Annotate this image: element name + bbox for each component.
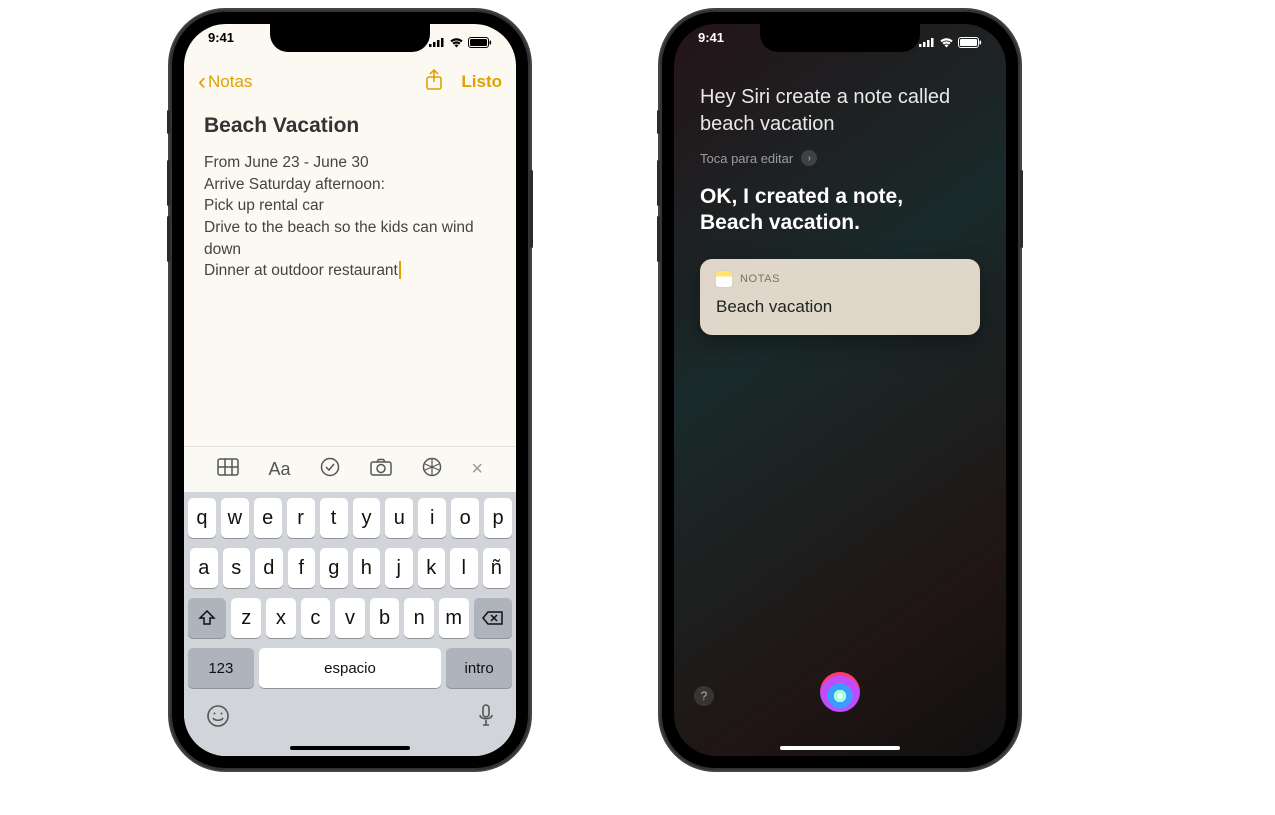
done-button[interactable]: Listo [461, 72, 502, 92]
note-line: Drive to the beach so the kids can wind … [204, 217, 496, 260]
note-line: Pick up rental car [204, 195, 496, 217]
key-c[interactable]: c [301, 598, 331, 638]
notes-format-toolbar: Aa × [184, 446, 516, 492]
notes-app-icon [716, 271, 732, 287]
battery-icon [958, 37, 982, 48]
note-line: Dinner at outdoor restaurant [204, 260, 496, 282]
siri-user-request[interactable]: Hey Siri create a note called beach vaca… [700, 84, 980, 138]
note-line: Arrive Saturday afternoon: [204, 174, 496, 196]
home-indicator[interactable] [780, 746, 900, 750]
tap-to-edit-button[interactable]: Toca para editar › [700, 150, 980, 166]
key-s[interactable]: s [223, 548, 251, 588]
text-format-icon[interactable]: Aa [269, 459, 291, 480]
status-time: 9:41 [698, 30, 724, 54]
camera-icon[interactable] [370, 458, 392, 481]
key-g[interactable]: g [320, 548, 348, 588]
keyboard: q w e r t y u i o p a s d f g h [184, 492, 516, 756]
iphone-frame-left: 9:41 ‹ Notas [170, 10, 530, 770]
siri-content: Hey Siri create a note called beach vaca… [674, 84, 1006, 335]
note-line: From June 23 - June 30 [204, 152, 496, 174]
siri-response: OK, I created a note, Beach vacation. [700, 184, 980, 237]
key-o[interactable]: o [451, 498, 479, 538]
siri-response-line: Beach vacation. [700, 210, 980, 236]
key-space[interactable]: espacio [259, 648, 442, 688]
card-app-label: NOTAS [740, 273, 780, 285]
chevron-left-icon: ‹ [198, 70, 206, 94]
key-u[interactable]: u [385, 498, 413, 538]
key-f[interactable]: f [288, 548, 316, 588]
key-j[interactable]: j [385, 548, 413, 588]
key-backspace[interactable] [474, 598, 512, 638]
key-r[interactable]: r [287, 498, 315, 538]
wifi-icon [449, 37, 464, 48]
notes-app-screen: 9:41 ‹ Notas [184, 24, 516, 756]
siri-orb-icon[interactable] [820, 672, 860, 712]
volume-up-button [657, 160, 660, 206]
cellular-icon [429, 37, 445, 47]
key-z[interactable]: z [231, 598, 261, 638]
key-t[interactable]: t [320, 498, 348, 538]
key-ñ[interactable]: ñ [483, 548, 511, 588]
key-m[interactable]: m [439, 598, 469, 638]
key-h[interactable]: h [353, 548, 381, 588]
notch [270, 24, 430, 52]
note-body[interactable]: Beach Vacation From June 23 - June 30 Ar… [184, 104, 516, 446]
siri-response-line: OK, I created a note, [700, 184, 980, 210]
key-x[interactable]: x [266, 598, 296, 638]
cellular-icon [919, 37, 935, 47]
battery-icon [468, 37, 492, 48]
key-q[interactable]: q [188, 498, 216, 538]
key-k[interactable]: k [418, 548, 446, 588]
key-d[interactable]: d [255, 548, 283, 588]
key-b[interactable]: b [370, 598, 400, 638]
card-note-title: Beach vacation [716, 297, 964, 317]
microphone-icon[interactable] [478, 704, 494, 733]
table-icon[interactable] [217, 458, 239, 481]
key-n[interactable]: n [404, 598, 434, 638]
key-l[interactable]: l [450, 548, 478, 588]
close-icon[interactable]: × [471, 458, 483, 481]
siri-note-card[interactable]: NOTAS Beach vacation [700, 259, 980, 335]
checklist-icon[interactable] [320, 457, 340, 482]
siri-screen: 9:41 Hey Siri create a note called beach… [674, 24, 1006, 756]
volume-up-button [167, 160, 170, 206]
volume-down-button [167, 216, 170, 262]
silence-switch [657, 110, 660, 134]
siri-help-button[interactable]: ? [694, 686, 714, 706]
tap-to-edit-label: Toca para editar [700, 151, 793, 166]
key-numbers[interactable]: 123 [188, 648, 254, 688]
volume-down-button [657, 216, 660, 262]
silence-switch [167, 110, 170, 134]
key-a[interactable]: a [190, 548, 218, 588]
chevron-right-icon: › [801, 150, 817, 166]
iphone-frame-right: 9:41 Hey Siri create a note called beach… [660, 10, 1020, 770]
power-button [1020, 170, 1023, 248]
key-return[interactable]: intro [446, 648, 512, 688]
notch [760, 24, 920, 52]
draw-icon[interactable] [422, 457, 442, 482]
key-w[interactable]: w [221, 498, 249, 538]
key-i[interactable]: i [418, 498, 446, 538]
key-e[interactable]: e [254, 498, 282, 538]
key-y[interactable]: y [353, 498, 381, 538]
back-label: Notas [208, 72, 252, 92]
back-button[interactable]: ‹ Notas [198, 70, 252, 94]
key-p[interactable]: p [484, 498, 512, 538]
key-shift[interactable] [188, 598, 226, 638]
share-icon[interactable] [425, 69, 443, 96]
navigation-bar: ‹ Notas Listo [184, 62, 516, 102]
wifi-icon [939, 37, 954, 48]
status-time: 9:41 [208, 30, 234, 54]
emoji-icon[interactable] [206, 704, 230, 733]
home-indicator[interactable] [290, 746, 410, 750]
key-v[interactable]: v [335, 598, 365, 638]
note-title: Beach Vacation [204, 114, 496, 138]
power-button [530, 170, 533, 248]
